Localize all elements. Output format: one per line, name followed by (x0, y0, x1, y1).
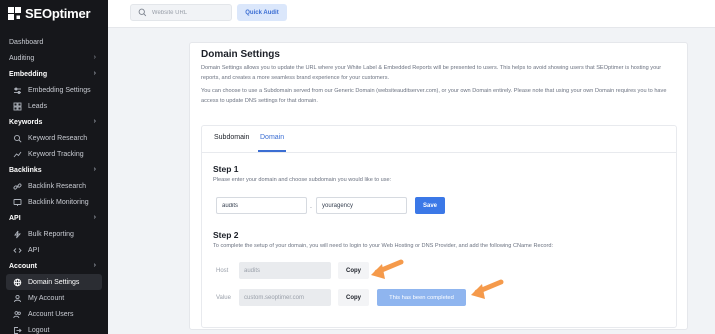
logout-icon (13, 326, 22, 334)
quick-audit-button[interactable]: Quick Audit (237, 4, 287, 21)
sidebar-item-label: API (9, 214, 21, 222)
host-value-field: audits (239, 262, 331, 279)
sidebar: SEOptimer Dashboard Auditing › Embedding › Em… (0, 0, 108, 334)
website-url-input[interactable] (151, 9, 231, 16)
sidebar-item-label: Account (9, 262, 37, 270)
user-icon (13, 294, 22, 303)
sidebar-item-label: My Account (28, 294, 65, 302)
sidebar-item-account-users[interactable]: Account Users (0, 306, 108, 322)
sidebar-item-backlink-monitoring[interactable]: Backlink Monitoring (0, 194, 108, 210)
sidebar-item-label: Domain Settings (28, 278, 80, 286)
chevron-right-icon: › (93, 70, 96, 77)
link-icon (13, 182, 22, 191)
chevron-right-icon: › (93, 118, 96, 125)
domain-setup-panel: Subdomain Domain Step 1 Please enter you… (201, 125, 677, 328)
sidebar-section-backlinks[interactable]: Backlinks › (0, 162, 108, 178)
users-icon (13, 310, 22, 319)
description-paragraph-2: You can choose to use a Subdomain served… (201, 88, 667, 104)
chevron-right-icon: › (93, 214, 96, 221)
active-tab-indicator (258, 150, 286, 152)
sidebar-item-label: Embedding Settings (28, 86, 91, 94)
step1-title: Step 1 (213, 164, 239, 174)
search-icon (13, 134, 22, 143)
domain-input[interactable] (316, 197, 407, 214)
sliders-icon (13, 86, 22, 95)
sidebar-item-logout[interactable]: Logout (0, 322, 108, 334)
website-url-search[interactable] (130, 4, 232, 21)
sidebar-item-label: Account Users (28, 310, 74, 318)
sidebar-item-label: Bulk Reporting (28, 230, 74, 238)
sidebar-item-api[interactable]: API (0, 242, 108, 258)
value-label: Value (216, 295, 231, 301)
sidebar-nav: Dashboard Auditing › Embedding › Embedding Se… (0, 34, 108, 334)
step2-description: To complete the setup of your domain, yo… (213, 243, 554, 249)
domain-separator: . (310, 203, 312, 210)
pointer-arrow-icon (371, 259, 404, 279)
brand-logo[interactable]: SEOptimer (8, 5, 91, 21)
sidebar-section-embedding[interactable]: Embedding › (0, 66, 108, 82)
chart-icon (13, 150, 22, 159)
sidebar-item-keyword-tracking[interactable]: Keyword Tracking (0, 146, 108, 162)
cname-value-field: custom.seoptimer.com (239, 289, 331, 306)
grid-icon (13, 102, 22, 111)
sidebar-item-label: Logout (28, 326, 50, 334)
copy-host-button[interactable]: Copy (338, 262, 369, 279)
sidebar-item-dashboard[interactable]: Dashboard (0, 34, 108, 50)
sidebar-section-account[interactable]: Account › (0, 258, 108, 274)
chevron-right-icon: › (93, 262, 96, 269)
copy-value-button[interactable]: Copy (338, 289, 369, 306)
sidebar-item-my-account[interactable]: My Account (0, 290, 108, 306)
sidebar-item-auditing[interactable]: Auditing › (0, 50, 108, 66)
sidebar-item-domain-settings[interactable]: Domain Settings (6, 274, 102, 290)
pointer-arrow-icon (471, 279, 504, 299)
sidebar-item-keyword-research[interactable]: Keyword Research (0, 130, 108, 146)
step2-title: Step 2 (213, 230, 239, 240)
code-icon (13, 246, 22, 255)
sidebar-item-label: API (28, 246, 40, 254)
bolt-icon (13, 230, 22, 239)
sidebar-item-label: Embedding (9, 70, 48, 78)
domain-settings-card: Domain Settings Domain Settings allows y… (189, 42, 688, 330)
sidebar-item-label: Backlink Monitoring (28, 198, 89, 206)
sidebar-item-leads[interactable]: Leads (0, 98, 108, 114)
brand-name: SEOptimer (25, 5, 91, 21)
top-bar: Quick Audit (108, 0, 715, 28)
logo-mark-icon (8, 6, 21, 20)
completed-button[interactable]: This has been completed (377, 289, 466, 306)
sidebar-item-label: Backlink Research (28, 182, 86, 190)
chevron-right-icon: › (93, 166, 96, 173)
sidebar-item-label: Leads (28, 102, 48, 110)
sidebar-item-backlink-research[interactable]: Backlink Research (0, 178, 108, 194)
sidebar-item-label: Dashboard (9, 38, 44, 46)
globe-icon (13, 278, 22, 287)
sidebar-item-embedding-settings[interactable]: Embedding Settings (0, 82, 108, 98)
description-paragraph-1: Domain Settings allows you to update the… (201, 65, 662, 81)
subdomain-input[interactable] (216, 197, 307, 214)
step1-description: Please enter your domain and choose subd… (213, 177, 392, 183)
sidebar-section-keywords[interactable]: Keywords › (0, 114, 108, 130)
sidebar-item-label: Keywords (9, 118, 43, 126)
tab-domain[interactable]: Domain (260, 134, 284, 141)
sidebar-item-label: Keyword Tracking (28, 150, 84, 158)
sidebar-item-bulk-reporting[interactable]: Bulk Reporting (0, 226, 108, 242)
sidebar-section-api[interactable]: API › (0, 210, 108, 226)
tab-bar: Subdomain Domain (202, 126, 676, 153)
host-label: Host (216, 268, 229, 274)
save-button[interactable]: Save (415, 197, 445, 214)
chevron-right-icon: › (93, 54, 96, 61)
sidebar-item-label: Backlinks (9, 166, 42, 174)
search-icon (138, 8, 147, 17)
page-title: Domain Settings (201, 49, 280, 60)
monitor-icon (13, 198, 22, 207)
sidebar-item-label: Keyword Research (28, 134, 88, 142)
tab-subdomain[interactable]: Subdomain (214, 134, 249, 141)
sidebar-item-label: Auditing (9, 54, 35, 62)
